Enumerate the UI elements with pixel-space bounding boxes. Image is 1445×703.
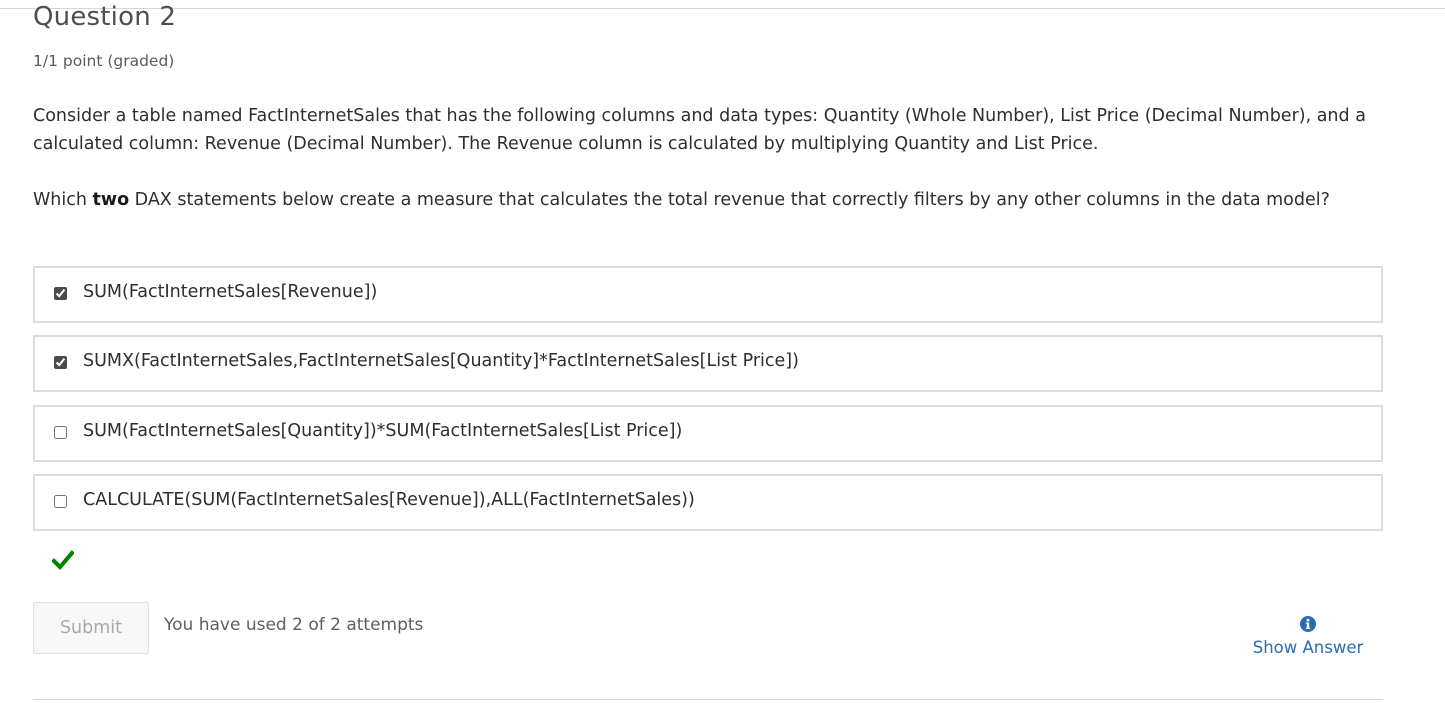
choice-label-3: SUM(FactInternetSales[Quantity])*SUM(Fac… <box>83 421 683 441</box>
choice-checkbox-3[interactable] <box>54 426 67 439</box>
choice-label-1: SUM(FactInternetSales[Revenue]) <box>83 282 378 302</box>
correct-checkmark-icon <box>52 550 74 570</box>
prompt-post: DAX statements below create a measure th… <box>129 190 1330 210</box>
question-prompt: Which two DAX statements below create a … <box>33 186 1383 214</box>
choice-option-3[interactable]: SUM(FactInternetSales[Quantity])*SUM(Fac… <box>33 405 1383 462</box>
question-title: Question 2 <box>33 2 177 32</box>
choice-option-1[interactable]: SUM(FactInternetSales[Revenue]) <box>33 266 1383 323</box>
choice-checkbox-4[interactable] <box>54 495 67 508</box>
choice-option-2[interactable]: SUMX(FactInternetSales,FactInternetSales… <box>33 335 1383 392</box>
prompt-emphasis: two <box>92 190 130 210</box>
prompt-pre: Which <box>33 190 93 210</box>
question-text: Consider a table named FactInternetSales… <box>33 106 1366 154</box>
choice-checkbox-2[interactable] <box>54 356 67 369</box>
show-answer-button[interactable]: Show Answer <box>1243 616 1373 657</box>
info-circle-icon <box>1300 616 1316 632</box>
choice-label-4: CALCULATE(SUM(FactInternetSales[Revenue]… <box>83 490 695 510</box>
show-answer-label: Show Answer <box>1252 638 1364 657</box>
choice-checkbox-1[interactable] <box>54 287 67 300</box>
attempts-text: You have used 2 of 2 attempts <box>164 615 424 635</box>
choice-option-4[interactable]: CALCULATE(SUM(FactInternetSales[Revenue]… <box>33 474 1383 531</box>
choice-label-2: SUMX(FactInternetSales,FactInternetSales… <box>83 351 799 371</box>
submit-button[interactable]: Submit <box>33 602 149 654</box>
bottom-divider <box>33 699 1383 700</box>
top-divider <box>0 8 1445 9</box>
question-points: 1/1 point (graded) <box>33 52 175 70</box>
